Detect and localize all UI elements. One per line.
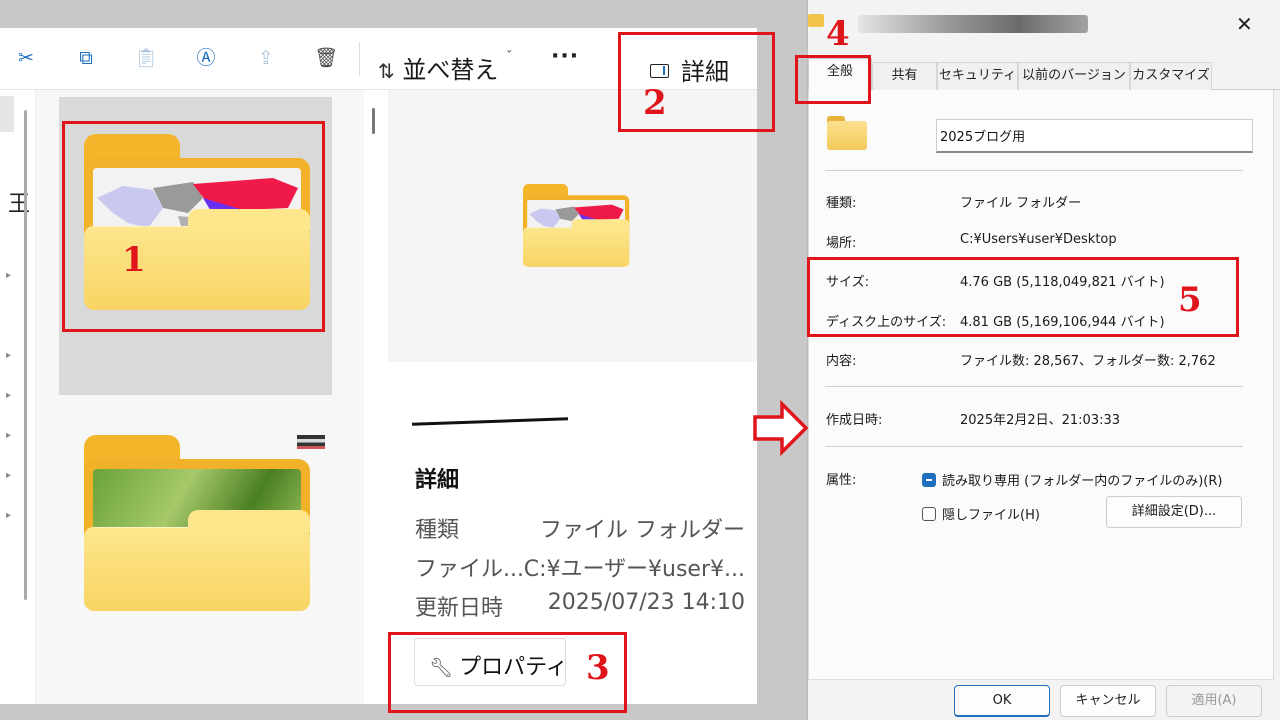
nav-scrollbar[interactable] (24, 110, 27, 600)
preview-folder-icon (523, 184, 630, 267)
highlight-box-folder (62, 121, 325, 332)
toolbar-divider (359, 42, 360, 76)
chevron-right-icon[interactable]: ▸ (6, 430, 11, 441)
properties-dialog: ✕ 全般 共有 セキュリティ 以前のバージョン カスタマイズ 種類: ファイル … (807, 0, 1280, 720)
share-icon[interactable]: ⇪ (254, 46, 278, 70)
tab-customize[interactable]: カスタマイズ (1130, 62, 1212, 90)
copy-icon[interactable]: ⧉ (74, 46, 98, 70)
checkbox-indeterminate-icon[interactable] (922, 473, 936, 487)
chevron-right-icon[interactable]: ▸ (6, 350, 11, 361)
marker-1: 1 (122, 240, 146, 280)
more-options-button[interactable]: ··· (551, 44, 579, 69)
sort-icon: ⇅ (378, 59, 395, 83)
readonly-checkbox[interactable]: 読み取り専用 (フォルダー内のファイルのみ)(R) (922, 470, 1222, 489)
hidden-checkbox[interactable]: 隠しファイル(H) (922, 504, 1040, 523)
highlight-box-size (807, 257, 1239, 337)
divider (825, 386, 1243, 387)
details-pane: 詳細 種類 ファイル フォルダー ファイル... C:¥ユーザー¥user¥..… (388, 90, 757, 704)
marker-5: 5 (1178, 280, 1202, 320)
arrow-right-icon (753, 400, 809, 456)
divider (825, 170, 1243, 171)
folder-name-redacted (411, 417, 569, 426)
folder-thumbnail-leaf[interactable] (84, 435, 310, 611)
folder-icon (808, 14, 824, 27)
folder-name-input[interactable] (936, 119, 1253, 153)
delete-icon[interactable]: 🗑︎ (314, 46, 338, 70)
close-button[interactable]: ✕ (1236, 12, 1253, 36)
advanced-button[interactable]: 詳細設定(D)... (1106, 496, 1242, 528)
navigation-pane[interactable]: 王 ▸ ▸ ▸ ▸ ▸ ▸ (0, 90, 36, 704)
chevron-right-icon[interactable]: ▸ (6, 470, 11, 481)
dialog-title-redacted (858, 15, 1088, 33)
tab-strip: 全般 共有 セキュリティ 以前のバージョン カスタマイズ (808, 58, 1280, 91)
tab-sharing[interactable]: 共有 (872, 62, 937, 90)
marker-4: 4 (826, 14, 850, 54)
file-list-scrollbar[interactable] (372, 108, 375, 134)
chevron-right-icon[interactable]: ▸ (6, 510, 11, 521)
checkbox-icon[interactable] (922, 507, 936, 521)
apply-button[interactable]: 適用(A) (1166, 685, 1262, 717)
highlight-box-details (618, 32, 775, 132)
highlight-box-general-tab (795, 55, 871, 104)
chevron-right-icon[interactable]: ▸ (6, 390, 11, 401)
marker-3: 3 (586, 648, 610, 688)
ok-button[interactable]: OK (954, 685, 1050, 717)
cut-icon[interactable]: ✂ (14, 46, 38, 70)
sort-button[interactable]: ⇅ 並べ替え ˇ (378, 50, 513, 84)
tab-previous-versions[interactable]: 以前のバージョン (1018, 62, 1130, 90)
details-section-title: 詳細 (415, 468, 460, 493)
chevron-down-icon: ˇ (506, 50, 513, 65)
marker-2: 2 (643, 83, 667, 123)
folder-icon (827, 116, 867, 150)
sort-label: 並べ替え (402, 56, 499, 84)
cancel-button[interactable]: キャンセル (1060, 685, 1156, 717)
paste-icon[interactable]: 📋︎ (134, 46, 158, 70)
general-tab-panel: 種類: ファイル フォルダー 場所: C:¥Users¥user¥Desktop… (808, 90, 1274, 680)
chevron-right-icon[interactable]: ▸ (6, 270, 11, 281)
divider (825, 446, 1243, 447)
nav-selected-item[interactable] (0, 96, 14, 132)
rename-icon[interactable]: Ⓐ (194, 46, 218, 70)
tab-security[interactable]: セキュリティ (937, 62, 1018, 90)
